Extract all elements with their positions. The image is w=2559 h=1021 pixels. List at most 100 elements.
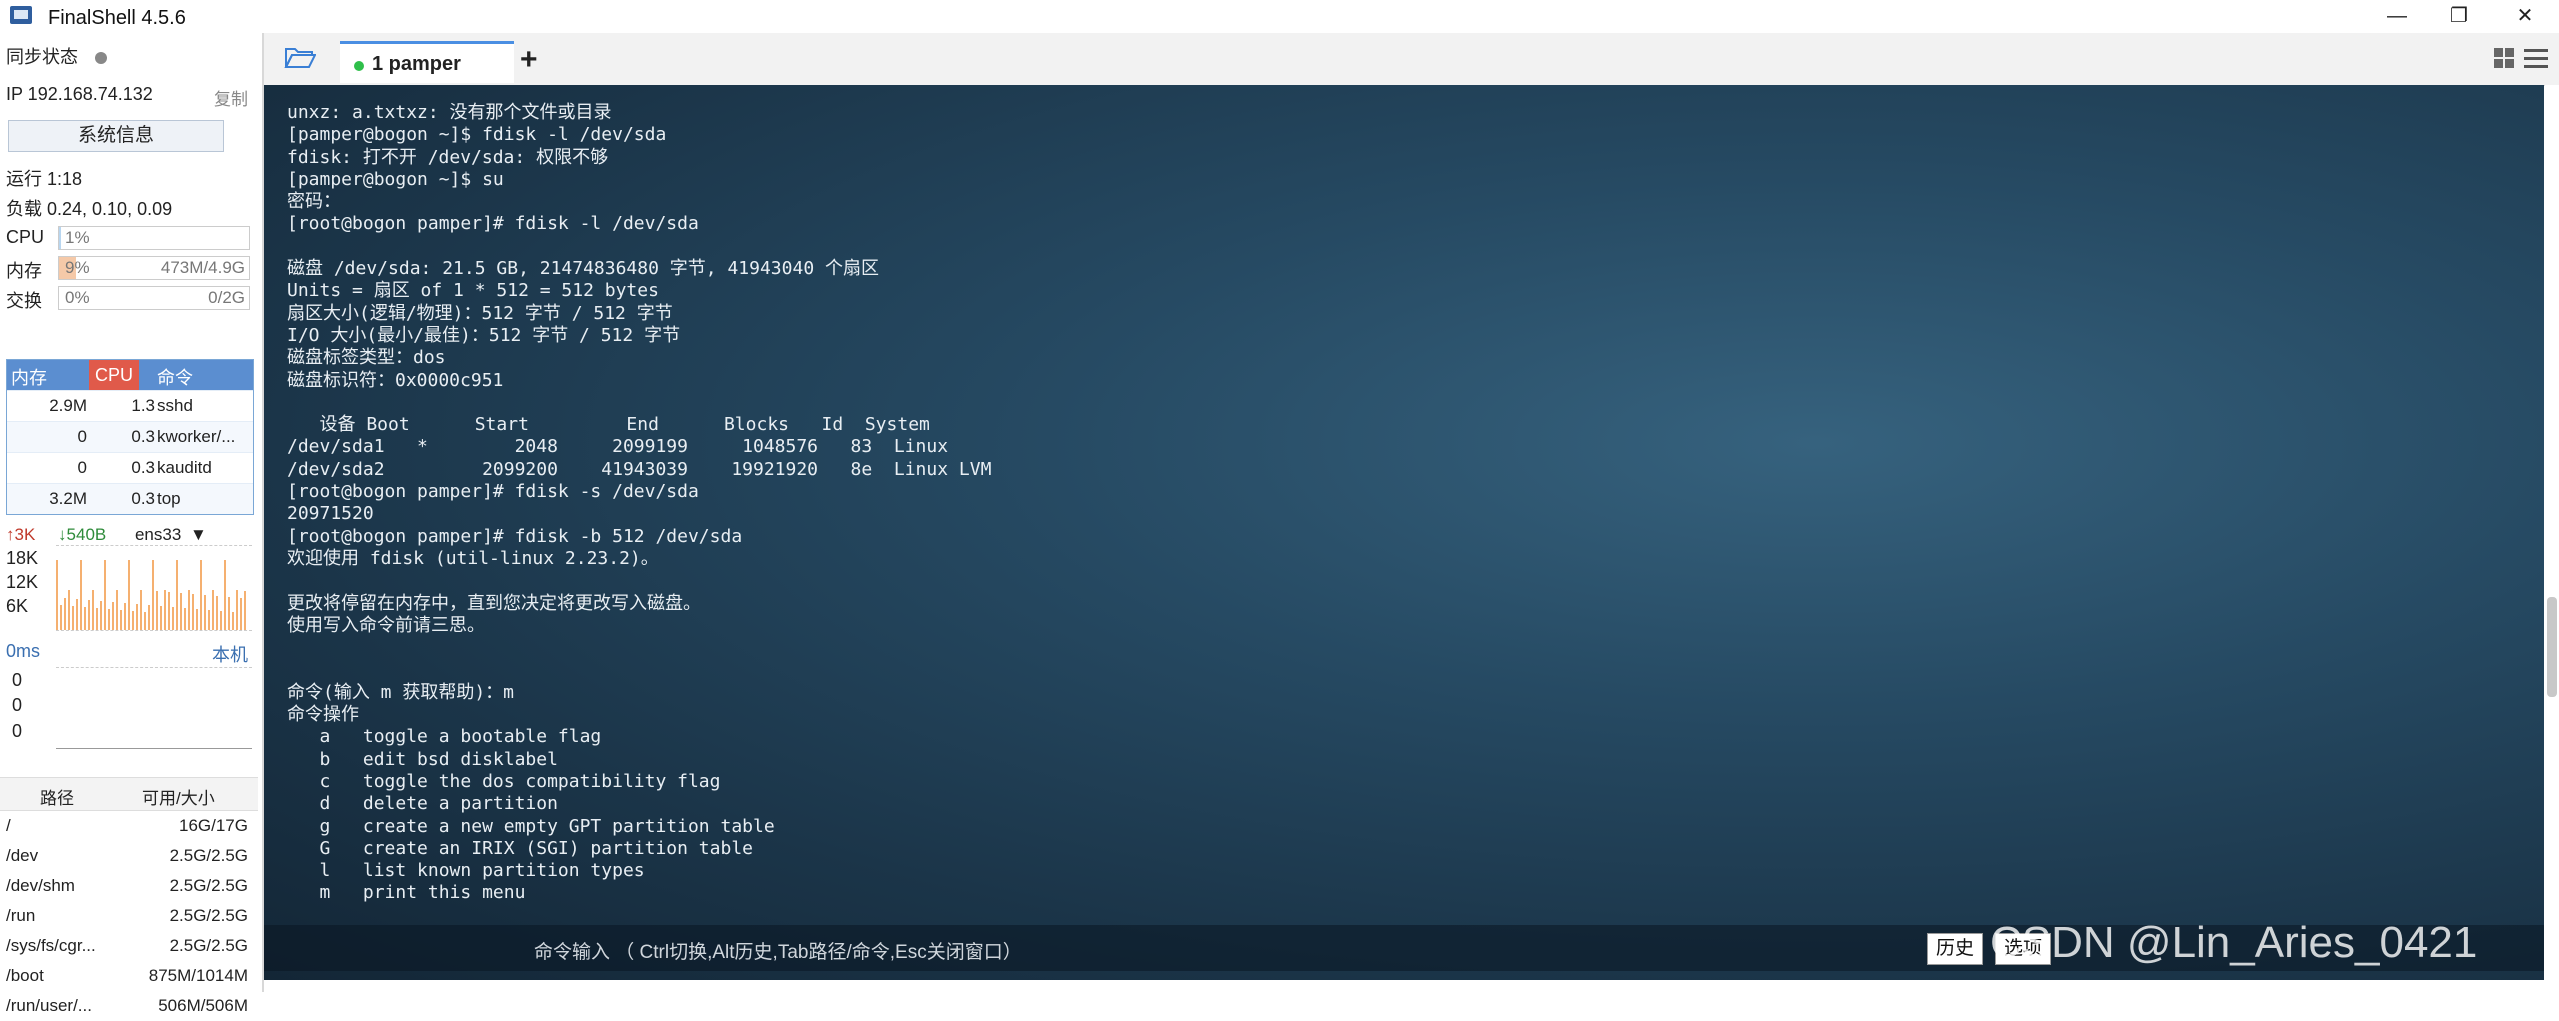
sync-status[interactable]: 同步状态 [6,43,108,69]
close-button[interactable]: ✕ [2497,2,2553,30]
download-rate: 540B [66,525,107,544]
terminal-line: /dev/sda1 * 2048 2099199 1048576 83 Linu… [287,436,949,458]
network-activity-bar [72,606,74,630]
ip-address: IP 192.168.74.132 [6,84,153,104]
disk-row[interactable]: /run 2.5G/2.5G [0,901,258,931]
upload-arrow-icon: ↑ [6,525,15,544]
process-mem: 0 [77,427,87,446]
terminal-line: g create a new empty GPT partition table [287,815,775,837]
bottom-strip [264,980,2559,992]
command-input-placeholder[interactable]: 命令输入 （ Ctrl切换,Alt历史,Tab路径/命令,Esc关闭窗口） [534,937,1022,964]
csdn-watermark: CSDN @Lin_Aries_0421 [1990,918,2478,967]
network-activity-bar [132,611,134,630]
terminal-line: 密码： [287,191,341,213]
terminal-line: 更改将停留在内存中，直到您决定将更改写入磁盘。 [287,592,701,614]
menu-icon[interactable] [2523,47,2549,69]
copy-ip-link[interactable]: 复制 [214,85,248,110]
folder-open-icon[interactable] [284,45,316,69]
disk-row[interactable]: /sys/fs/cgr... 2.5G/2.5G [0,931,258,961]
network-activity-bar [68,590,70,630]
interface-dropdown-icon[interactable]: ▼ [190,525,207,544]
sync-status-label: 同步状态 [6,47,78,67]
proc-header-cpu[interactable]: CPU [89,360,140,390]
process-row[interactable]: 3.2M 0.3 top [7,483,253,514]
terminal-line: /dev/sda2 2099200 41943039 19921920 8e L… [287,458,992,480]
layout-grid-icon[interactable] [2493,47,2515,69]
network-activity-bar [236,590,238,630]
process-command: top [157,489,181,508]
disk-size: 875M/1014M [148,966,248,985]
add-tab-button[interactable]: + [520,43,538,77]
load-average: 负载 0.24, 0.10, 0.09 [6,199,173,219]
network-activity-bar [168,592,170,630]
minimize-button[interactable]: — [2369,2,2425,30]
network-activity-bar [172,607,174,630]
process-row[interactable]: 2.9M 1.3 sshd [7,390,253,421]
terminal-pane[interactable]: unxz: a.txtxz: 没有那个文件或目录 [pamper@bogon ~]… [264,85,2544,980]
network-activity-bar [160,606,162,630]
ping-target[interactable]: 本机 [212,641,248,667]
proc-header-mem[interactable]: 内存 [11,364,47,390]
ping-tick-1: 0 [12,670,23,690]
mem-detail: 473M/4.9G [160,258,245,277]
disk-row[interactable]: /dev 2.5G/2.5G [0,841,258,871]
network-activity-bar [92,590,94,630]
process-row[interactable]: 0 0.3 kauditd [7,452,253,483]
network-activity-bar [112,602,114,630]
disk-row[interactable]: /dev/shm 2.5G/2.5G [0,871,258,901]
network-activity-bar [124,603,126,630]
network-activity-bar [60,605,62,630]
network-activity-bar [84,607,86,630]
system-info-button[interactable]: 系统信息 [8,120,224,152]
network-interface[interactable]: ens33 [135,525,181,544]
disk-header-size[interactable]: 可用/大小 [142,784,215,809]
terminal-line: 扇区大小(逻辑/物理)：512 字节 / 512 字节 [287,302,673,324]
network-activity-bar [120,610,122,630]
scrollbar-thumb[interactable] [2547,597,2557,697]
terminal-line: 设备 Boot Start End Blocks Id System [287,414,930,436]
disk-path: /run [6,906,36,925]
disk-row[interactable]: / 16G/17G [0,811,258,841]
terminal-scrollbar[interactable] [2545,85,2559,980]
network-activity-bar [208,610,210,630]
network-activity-bar [76,599,78,630]
terminal-line: [root@bogon pamper]# fdisk -b 512 /dev/s… [287,525,743,547]
terminal-line: Units = 扇区 of 1 * 512 = 512 bytes [287,280,659,302]
network-activity-bar [108,609,110,630]
disk-table: 路径 可用/大小 / 16G/17G/dev 2.5G/2.5G/dev/shm 2.… [0,777,258,1021]
net-tick-1: 18K [6,548,39,568]
network-graph [56,545,252,631]
tab-session-label: 1 pamper [372,53,461,75]
mem-meter: 9% 473M/4.9G [58,256,250,280]
process-command: kauditd [157,458,212,477]
process-row[interactable]: 0 0.3 kworker/... [7,421,253,452]
network-activity-bar [148,605,150,630]
disk-row[interactable]: /run/user/... 506M/506M [0,991,258,1021]
cpu-label: CPU [6,227,45,247]
terminal-line: unxz: a.txtxz: 没有那个文件或目录 [287,102,612,123]
disk-path: / [6,816,11,835]
terminal-line: c toggle the dos compatibility flag [287,770,721,792]
cpu-meter-fill [59,227,61,249]
ping-graph [56,667,252,749]
disk-row[interactable]: /boot 875M/1014M [0,961,258,991]
history-button[interactable]: 历史 [1927,933,1984,965]
terminal-line: [root@bogon pamper]# fdisk -l /dev/sda [287,213,699,235]
disk-path: /sys/fs/cgr... [6,936,96,955]
network-activity-bar [176,560,178,630]
network-activity-bar [164,590,166,630]
ping-tick-2: 0 [12,695,23,715]
proc-header-cmd[interactable]: 命令 [157,364,193,390]
maximize-button[interactable]: ❐ [2431,2,2487,30]
process-table-header: 内存 CPU 命令 [7,360,253,390]
disk-header-path[interactable]: 路径 [40,784,74,809]
process-table: 内存 CPU 命令 2.9M 1.3 sshd 0 0.3 kworker/... 0 0.3… [6,359,254,515]
disk-size: 506M/506M [158,996,248,1015]
network-activity-bar [200,560,202,630]
tab-session[interactable]: 1 pamper [340,41,514,83]
ping-tick-3: 0 [12,721,23,741]
